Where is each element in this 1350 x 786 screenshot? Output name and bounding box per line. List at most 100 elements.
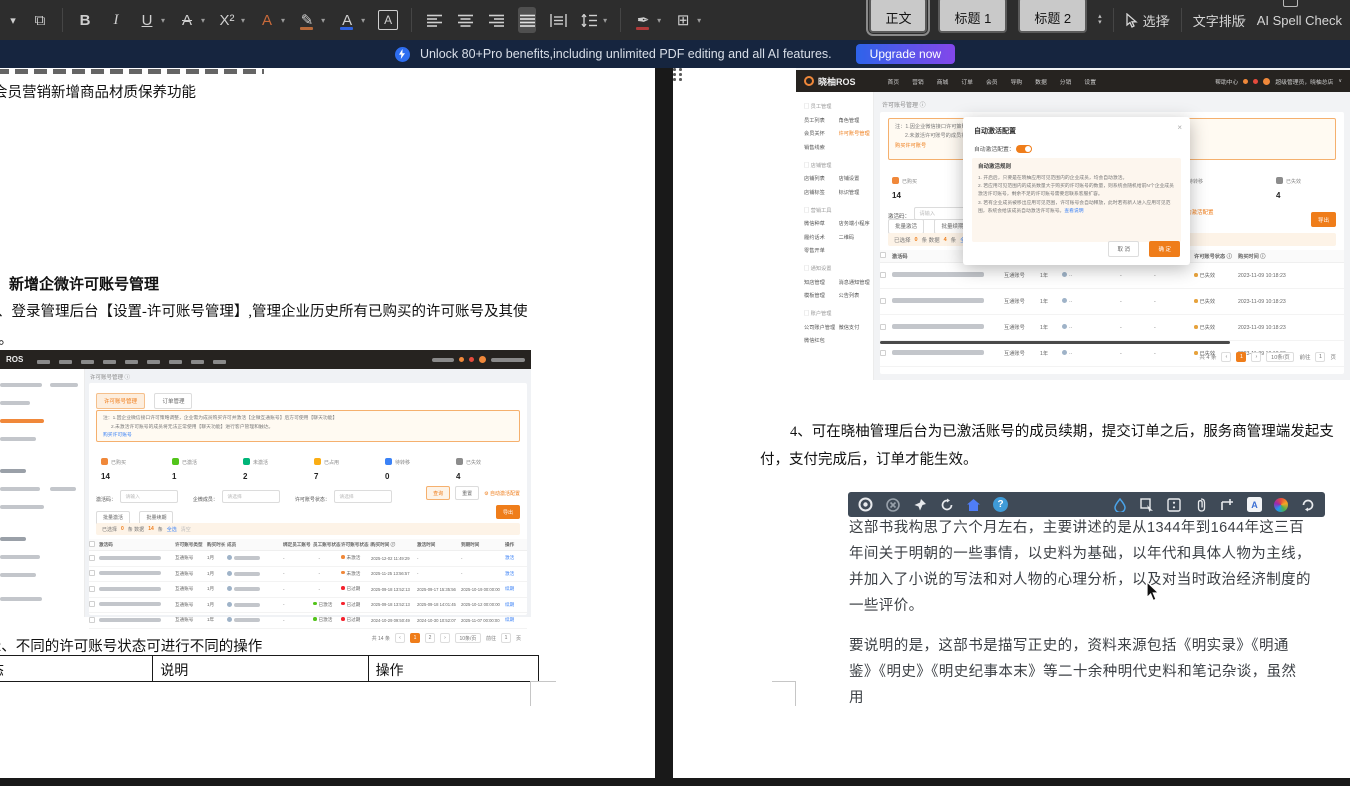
- activation-code-input[interactable]: 请输入: [120, 490, 178, 503]
- chevron-down-icon[interactable]: ▾: [361, 16, 365, 25]
- checkbox[interactable]: [89, 617, 95, 623]
- sidebar-item[interactable]: 店铺标签: [804, 189, 839, 196]
- next-page-button[interactable]: ›: [440, 633, 450, 643]
- nav-item[interactable]: 订单: [961, 77, 973, 86]
- sidebar-item[interactable]: 会员关怀: [804, 130, 839, 137]
- row-action-link[interactable]: 续期: [505, 586, 527, 592]
- close-circle-icon[interactable]: [885, 497, 900, 512]
- document-canvas[interactable]: 会员营销新增商品材质保养功能 新增企微许可账号管理 、登录管理后台【设置-许可账…: [0, 68, 1350, 786]
- nav-item[interactable]: 分销: [1060, 77, 1072, 86]
- document-page-left[interactable]: 会员营销新增商品材质保养功能 新增企微许可账号管理 、登录管理后台【设置-许可账…: [0, 68, 655, 778]
- select-tool-button[interactable]: 选择▾: [1125, 11, 1170, 30]
- nav-item[interactable]: 设置: [1084, 77, 1096, 86]
- next-page-button[interactable]: ›: [1251, 352, 1261, 362]
- copy-icon[interactable]: ⧉: [31, 7, 49, 33]
- search-button[interactable]: 查询: [426, 486, 450, 500]
- close-icon[interactable]: ×: [1177, 123, 1182, 132]
- page-size-select[interactable]: 10条/页: [1266, 352, 1294, 362]
- align-center-button[interactable]: [456, 7, 474, 33]
- paragraph-drag-handle[interactable]: [673, 68, 682, 82]
- sidebar-item[interactable]: 店铺列表: [804, 175, 839, 182]
- page-size-select[interactable]: 10条/页: [455, 633, 481, 643]
- style-heading-1[interactable]: 标题 1: [938, 0, 1007, 33]
- sidebar-item[interactable]: 微信支付: [839, 324, 874, 331]
- goto-page-input[interactable]: 1: [501, 633, 511, 643]
- upgrade-now-button[interactable]: Upgrade now: [856, 44, 955, 64]
- page-1-button[interactable]: 1: [410, 633, 420, 643]
- select-area-icon[interactable]: [1139, 497, 1154, 512]
- table-row[interactable]: 互通账号 1月 - - 已过期 2025-09-18 13:52:13 2025…: [89, 582, 527, 598]
- sidebar-item[interactable]: 公告列表: [839, 292, 874, 299]
- sidebar-item[interactable]: 许可账号管理: [839, 130, 874, 137]
- select-all-link[interactable]: 全选: [167, 526, 177, 533]
- refresh-icon[interactable]: [1300, 497, 1315, 512]
- help-center-link[interactable]: 帮助中心: [1215, 77, 1238, 86]
- home-icon[interactable]: [966, 497, 981, 512]
- nav-item[interactable]: 首页: [888, 77, 900, 86]
- sidebar-item[interactable]: 履约话术: [804, 234, 839, 241]
- align-right-button[interactable]: [487, 7, 505, 33]
- checkbox[interactable]: [880, 272, 886, 278]
- table-row[interactable]: 互通账号 1年 ·· - - 已失效 2023-11-09 10:18:23: [880, 315, 1344, 341]
- checkbox[interactable]: [89, 541, 95, 547]
- row-action-link[interactable]: 激活: [505, 571, 527, 577]
- tab-license-accounts[interactable]: 许可账号管理: [96, 393, 145, 409]
- row-action-link[interactable]: 续期: [505, 617, 527, 623]
- sidebar-item[interactable]: 销售线索: [804, 144, 839, 151]
- globe-colorful-icon[interactable]: [1274, 498, 1288, 512]
- chevron-down-icon[interactable]: ▾: [8, 7, 18, 33]
- ai-spell-check-button[interactable]: AI Spell Check: [1257, 13, 1342, 28]
- prev-page-button[interactable]: ‹: [1221, 352, 1231, 362]
- checkbox[interactable]: [880, 324, 886, 330]
- nav-item[interactable]: 商城: [937, 77, 949, 86]
- sidebar-item[interactable]: 公司账户管理: [804, 324, 839, 331]
- reset-button[interactable]: 重置: [455, 486, 479, 500]
- chevron-down-icon[interactable]: ▾: [201, 16, 205, 25]
- borders-button[interactable]: ⊞: [674, 7, 692, 33]
- checkbox[interactable]: [880, 298, 886, 304]
- paperclip-icon[interactable]: [1193, 497, 1208, 512]
- chevron-down-icon[interactable]: ▾: [697, 16, 701, 25]
- text-layout-button[interactable]: 文字排版▾: [1193, 11, 1246, 30]
- sidebar-item[interactable]: 消息通知管理: [839, 279, 874, 286]
- row-action-link[interactable]: 激活: [505, 555, 527, 561]
- eye-icon[interactable]: [858, 497, 873, 512]
- table-row[interactable]: 互通账号 1年 ·· - - 已失效 2023-11-09 10:18:23: [880, 263, 1344, 289]
- checkbox[interactable]: [89, 586, 95, 592]
- auto-activation-config-link[interactable]: ⚙ 自动激活配置: [484, 490, 520, 497]
- sidebar-item[interactable]: 模板管理: [804, 292, 839, 299]
- shading-button[interactable]: ✒: [634, 7, 652, 33]
- goto-page-input[interactable]: 1: [1315, 352, 1325, 362]
- page-1-button[interactable]: 1: [1236, 352, 1246, 362]
- sidebar-item[interactable]: 微信种草: [804, 220, 839, 227]
- confirm-button[interactable]: 确 定: [1149, 241, 1180, 257]
- checkbox[interactable]: [89, 570, 95, 576]
- checkbox[interactable]: [880, 350, 886, 356]
- cancel-button[interactable]: 取 消: [1108, 241, 1139, 257]
- nav-item[interactable]: 数据: [1035, 77, 1047, 86]
- horizontal-scrollbar[interactable]: [880, 341, 1230, 344]
- export-button[interactable]: 导出: [1311, 212, 1336, 227]
- sidebar-item[interactable]: 零售开单: [804, 247, 839, 254]
- justify-button[interactable]: [518, 7, 536, 33]
- table-row[interactable]: 互通账号 1年 - 已激活 已过期 2024-10-29 09:50:49 20…: [89, 613, 527, 629]
- table-row[interactable]: 互通账号 1月 - 已激活 已过期 2025-09-18 13:52:13 20…: [89, 598, 527, 614]
- bold-button[interactable]: B: [76, 7, 94, 33]
- checkbox[interactable]: [89, 555, 95, 561]
- droplet-icon[interactable]: [1112, 497, 1127, 512]
- sync-icon[interactable]: [939, 497, 954, 512]
- sidebar-item[interactable]: 员工列表: [804, 117, 839, 124]
- sidebar-item[interactable]: 二维码: [839, 234, 874, 241]
- table-row[interactable]: 互通账号 1月 - - 未激活 2025-11-25 13:56:57 - - …: [89, 567, 527, 583]
- superscript-button[interactable]: X²: [218, 7, 236, 33]
- style-heading-2[interactable]: 标题 2: [1018, 0, 1087, 33]
- batch-activate-button[interactable]: 批量激活: [888, 219, 924, 234]
- chevron-down-icon[interactable]: ▾: [657, 16, 661, 25]
- font-color-button[interactable]: A: [338, 7, 356, 33]
- checkbox[interactable]: [89, 601, 95, 607]
- sidebar-item[interactable]: 角色管理: [839, 117, 874, 124]
- pin-icon[interactable]: [912, 497, 927, 512]
- strikethrough-button[interactable]: A: [178, 7, 196, 33]
- help-icon[interactable]: ?: [993, 497, 1008, 512]
- table-row[interactable]: 互通账号 1月 - - 未激活 2025-12-02 11:49:29 - - …: [89, 551, 527, 567]
